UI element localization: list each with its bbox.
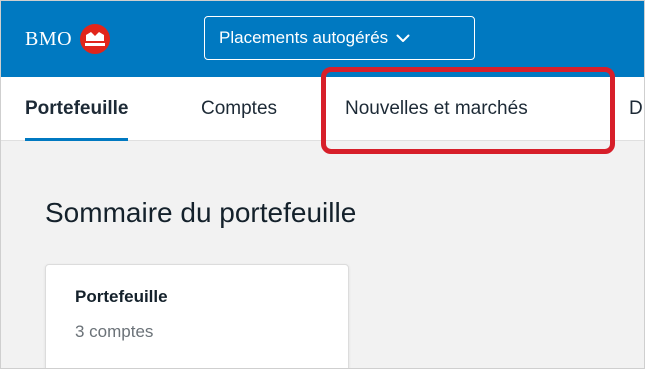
page-title: Sommaire du portefeuille [45,197,357,228]
card-account-count: 3 comptes [75,322,154,341]
tab-portefeuille[interactable]: Portefeuille [25,77,129,141]
tab-truncated[interactable]: D [629,77,643,141]
app-window: BMO Placements autogérés Portefeuille Co… [0,0,645,369]
main-nav-tabs: Portefeuille Comptes Nouvelles et marché… [1,77,644,141]
bmo-roundel-icon [80,24,111,54]
portfolio-summary-card[interactable]: Portefeuille 3 comptes [45,264,349,368]
tab-comptes[interactable]: Comptes [201,77,277,141]
product-selector-label: Placements autogérés [219,28,389,47]
card-title: Portefeuille [75,287,168,306]
top-header-bar: BMO Placements autogérés [1,1,644,77]
tab-nouvelles-et-marches[interactable]: Nouvelles et marchés [345,77,528,141]
brand-logo-link[interactable]: BMO [25,23,111,55]
product-selector-dropdown[interactable]: Placements autogérés [204,16,475,60]
brand-name: BMO [25,27,73,50]
chevron-down-icon [396,34,410,43]
